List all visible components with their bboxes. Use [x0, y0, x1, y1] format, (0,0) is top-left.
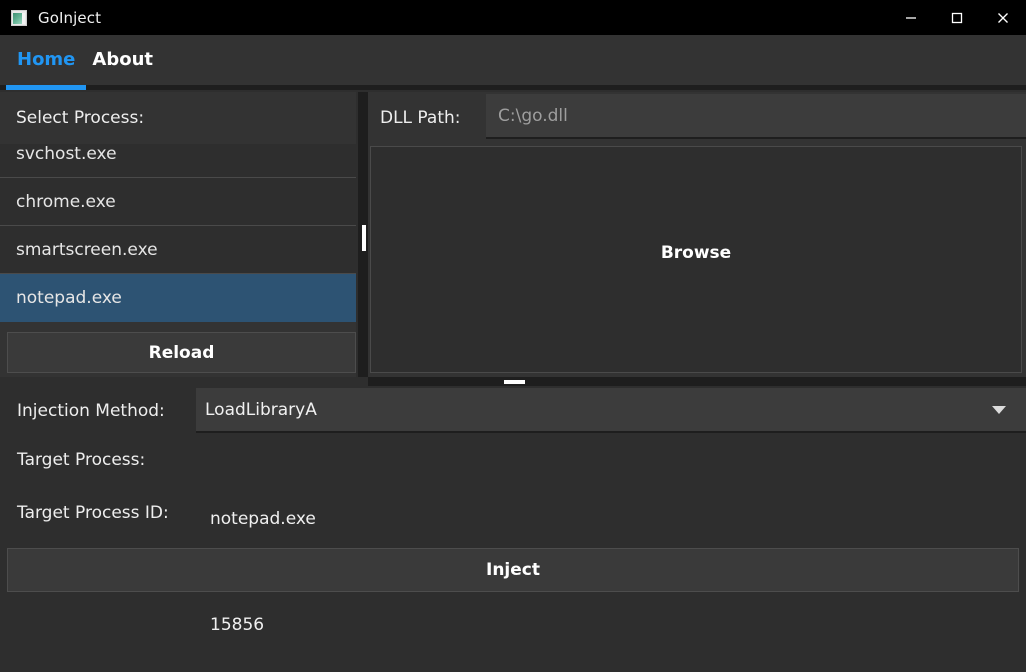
- tab-list: Home About: [0, 35, 153, 85]
- reload-button[interactable]: Reload: [7, 332, 356, 373]
- select-process-label: Select Process:: [16, 108, 145, 128]
- tab-active-indicator: [6, 85, 86, 90]
- browse-horizontal-scrollbar[interactable]: [368, 377, 1026, 386]
- app-window-icon: [11, 9, 27, 26]
- target-process-label: Target Process:: [17, 450, 146, 470]
- chevron-down-icon: [992, 405, 1006, 414]
- maximize-icon[interactable]: [934, 0, 980, 35]
- tab-home[interactable]: Home: [17, 35, 75, 85]
- target-process-row: Target Process: notepad.exe: [0, 445, 1026, 529]
- browse-horizontal-scroll-thumb[interactable]: [504, 380, 525, 384]
- dll-path-input[interactable]: [486, 94, 1026, 139]
- app-window: GoInject Home About Select Process: svch…: [0, 0, 1026, 672]
- select-process-header: Select Process:: [0, 92, 356, 144]
- process-list-scroll-thumb[interactable]: [362, 225, 366, 251]
- injection-method-label: Injection Method:: [17, 401, 165, 421]
- injection-method-select[interactable]: LoadLibraryA: [196, 388, 1026, 433]
- list-item-selected[interactable]: notepad.exe: [0, 274, 356, 322]
- list-item[interactable]: chrome.exe: [0, 178, 356, 226]
- minimize-icon[interactable]: [888, 0, 934, 35]
- close-icon[interactable]: [980, 0, 1026, 35]
- tab-underline-track: [0, 85, 1026, 90]
- title-bar: GoInject: [0, 0, 1026, 35]
- browse-button-label: Browse: [660, 242, 732, 263]
- inject-button[interactable]: Inject: [7, 548, 1019, 592]
- list-item[interactable]: svchost.exe: [0, 144, 356, 178]
- tab-about[interactable]: About: [92, 35, 153, 85]
- dll-panel: DLL Path: Browse: [368, 92, 1026, 377]
- injection-method-selected-value: LoadLibraryA: [205, 399, 317, 420]
- tab-bar: Home About: [0, 35, 1026, 90]
- window-title: GoInject: [38, 8, 102, 27]
- target-process-id-label: Target Process ID:: [17, 503, 169, 523]
- browse-button[interactable]: Browse: [370, 146, 1022, 373]
- target-process-id-value: 15856: [210, 615, 265, 635]
- list-item[interactable]: smartscreen.exe: [0, 226, 356, 274]
- process-list-inner: svchost.exe chrome.exe smartscreen.exe n…: [0, 144, 356, 322]
- target-process-id-row: Target Process ID: 15856: [0, 498, 1026, 635]
- dll-path-label: DLL Path:: [380, 108, 461, 128]
- process-list[interactable]: svchost.exe chrome.exe smartscreen.exe n…: [0, 144, 356, 322]
